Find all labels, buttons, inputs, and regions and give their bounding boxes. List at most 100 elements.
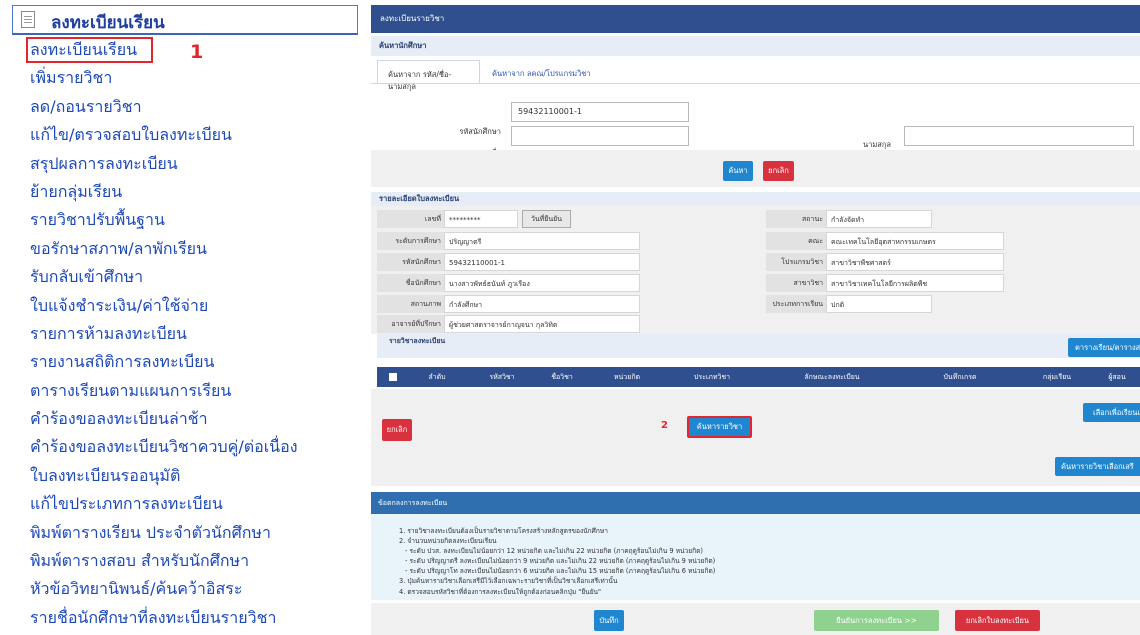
- confirm-registration-button[interactable]: ยืนยันการลงทะเบียน >>: [814, 610, 939, 631]
- sidebar-item[interactable]: รายงานสถิติการลงทะเบียน: [12, 348, 358, 376]
- col-course-type: ประเภทวิชา: [693, 373, 731, 381]
- search-section-title: ค้นหานักศึกษา: [371, 36, 1140, 56]
- col-grade-record: บันทึกเกรด: [943, 373, 977, 381]
- search-actions-band: [371, 150, 1140, 187]
- sidebar-item-label: ลด/ถอนรายวิชา: [30, 96, 142, 116]
- sidebar-item-label: ตารางเรียนตามแผนการเรียน: [30, 380, 232, 400]
- student-name-value: นางสาวพัทธ์ธนันท์ ภูวเรือง: [444, 274, 640, 292]
- select-all-checkbox[interactable]: [389, 373, 397, 381]
- document-icon: [21, 11, 35, 28]
- sidebar-item-label: รายวิชาปรับพื้นฐาน: [30, 210, 165, 230]
- sidebar-item-label: หัวข้อวิทยานิพนธ์/ค้นคว้าอิสระ: [30, 579, 243, 599]
- major-value: สาขาวิชาเทคโนโลยีการผลิตพืช: [826, 274, 1004, 292]
- sid-value: 59432110001-1: [444, 253, 640, 271]
- level-value: ปริญญาตรี: [444, 232, 640, 250]
- condition-line-7: 4. ตรวจสอบรหัสวิชาที่ต้องการลงทะเบียนให้…: [399, 588, 602, 596]
- student-name-label: ชื่อนักศึกษา: [377, 274, 444, 292]
- sidebar-item[interactable]: รายชื่อนักศึกษาที่ลงทะเบียนรายวิชา: [12, 604, 358, 632]
- sidebar-item[interactable]: รายการห้ามลงทะเบียน: [12, 320, 358, 348]
- sid-label: รหัสนักศึกษา: [377, 253, 444, 271]
- registration-panel: ลงทะเบียนรายวิชา ค้นหานักศึกษา ค้นหาจาก …: [371, 5, 1140, 635]
- sidebar-item[interactable]: คำร้องขอลงทะเบียนล่าช้า: [12, 405, 358, 433]
- search-button[interactable]: ค้นหา: [723, 161, 753, 181]
- student-id-label: รหัสนักศึกษา: [459, 127, 501, 136]
- sidebar-item[interactable]: พิมพ์ตารางเรียน ประจำตัวนักศึกษา: [12, 519, 358, 547]
- sidebar-item-label: สรุปผลการลงทะเบียน: [30, 153, 178, 173]
- col-credits: หน่วยกิต: [613, 373, 641, 381]
- sidebar-item[interactable]: คำร้องขอลงทะเบียนวิชาควบคู่/ต่อเนื่อง: [12, 433, 358, 461]
- courses-section-title: รายวิชาลงทะเบียน: [389, 337, 446, 345]
- sidebar-item-label: ขอรักษาสภาพ/ลาพักเรียน: [30, 238, 207, 258]
- col-course-name: ชื่อวิชา: [551, 373, 573, 381]
- free-elective-search-button[interactable]: ค้นหารายวิชาเลือกเสรี: [1055, 457, 1140, 476]
- annotation-marker-1: 1: [190, 41, 204, 63]
- level-label: ระดับการศึกษา: [377, 232, 444, 250]
- name-input[interactable]: [511, 126, 689, 146]
- sidebar-menu: ลงทะเบียนเรียน ลงทะเบียนเรียนเพิ่มรายวิช…: [12, 5, 358, 635]
- search-course-button[interactable]: ค้นหารายวิชา: [687, 416, 752, 438]
- tab-search-by-id[interactable]: ค้นหาจาก รหัส/ชื่อ-นามสกุล: [377, 60, 480, 91]
- tab-search-by-program[interactable]: ค้นหาจาก ลคณ/โปรแกรมวิชา: [482, 60, 602, 84]
- sidebar-item-label: คำร้องขอลงทะเบียนวิชาควบคู่/ต่อเนื่อง: [30, 437, 298, 457]
- sidebar-item[interactable]: รับกลับเข้าศึกษา: [12, 263, 358, 291]
- col-course-code: รหัสวิชา: [489, 373, 515, 381]
- col-registration-type: ลักษณะลงทะเบียน: [804, 373, 860, 381]
- annotation-marker-2: 2: [661, 420, 668, 431]
- plan-course-button[interactable]: เลือกเพื่อเรียนแผน: [1083, 403, 1140, 422]
- sidebar-item[interactable]: สรุปผลการลงทะเบียน: [12, 150, 358, 178]
- save-button[interactable]: บันทึก: [594, 610, 624, 631]
- program-label: โปรแกรมวิชา: [766, 253, 826, 271]
- sidebar-item[interactable]: รายวิชาปรับพื้นฐาน: [12, 206, 358, 234]
- panel-title: ลงทะเบียนรายวิชา: [371, 5, 1140, 33]
- sidebar-item-label: พิมพ์ตารางเรียน ประจำตัวนักศึกษา: [30, 522, 271, 542]
- sidebar-item-label: รายชื่อนักศึกษาที่ลงทะเบียนรายวิชา: [30, 607, 277, 627]
- tabs-divider: [371, 83, 1140, 84]
- col-section: กลุ่มเรียน: [1042, 373, 1072, 381]
- sidebar-item-label: ลงทะเบียนเรียน: [26, 37, 154, 63]
- sidebar-item-label: แก้ไข/ตรวจสอบใบลงทะเบียน: [30, 125, 232, 145]
- sidebar-item[interactable]: แก้ไขประเภทการลงทะเบียน: [12, 490, 358, 518]
- faculty-value: คณะเทคโนโลยีอุตสาหกรรมเกษตร: [826, 232, 1004, 250]
- col-instructor: ผู้สอน: [1108, 373, 1126, 381]
- sidebar-item[interactable]: แก้ไข/ตรวจสอบใบลงทะเบียน: [12, 121, 358, 149]
- sidebar-item-label: คำร้องขอลงทะเบียนล่าช้า: [30, 409, 208, 429]
- doc-no-value: *********: [444, 210, 518, 228]
- sidebar-item-label: เพิ่มรายวิชา: [30, 68, 113, 88]
- sidebar-item[interactable]: ใบลงทะเบียนรออนุมัติ: [12, 462, 358, 490]
- col-order: ลำดับ: [428, 373, 446, 381]
- advisor-label: อาจารย์ที่ปรึกษา: [377, 315, 444, 333]
- sidebar-title: ลงทะเบียนเรียน: [51, 13, 165, 33]
- conditions-title-bar: [371, 492, 1140, 514]
- cancel-registration-button[interactable]: ยกเลิกใบลงทะเบียน: [955, 610, 1040, 631]
- sidebar-item[interactable]: ตารางเรียนตามแผนการเรียน: [12, 377, 358, 405]
- student-id-input[interactable]: 59432110001-1: [511, 102, 689, 122]
- sidebar-item-label: พิมพ์ตารางสอบ สำหรับนักศึกษา: [30, 551, 250, 571]
- sidebar-item-label: แก้ไขประเภทการลงทะเบียน: [30, 494, 223, 514]
- timetable-button[interactable]: ตารางเรียน/ตารางสอบ: [1068, 338, 1140, 357]
- surname-input[interactable]: [904, 126, 1134, 146]
- search-cancel-button[interactable]: ยกเลิก: [763, 161, 794, 181]
- registration-conditions: ข้อตกลงการลงทะเบียน 1. รายวิชาลงทะเบียนต…: [371, 492, 1140, 600]
- sidebar-item-active[interactable]: ลงทะเบียนเรียน: [12, 36, 358, 64]
- sidebar-item-label: รายงานสถิติการลงทะเบียน: [30, 352, 215, 372]
- sidebar-item-label: ย้ายกลุ่มเรียน: [30, 181, 123, 201]
- courses-header-band: [377, 334, 1140, 358]
- course-cancel-button[interactable]: ยกเลิก: [382, 419, 412, 441]
- confirm-date-button[interactable]: วันที่ยืนยัน: [522, 210, 571, 228]
- status-label: สถานภาพ: [377, 295, 444, 313]
- program-value: สาขาวิชาพืชศาสตร์: [826, 253, 1004, 271]
- sidebar-item[interactable]: เพิ่มรายวิชา: [12, 64, 358, 92]
- conditions-title: ข้อตกลงการลงทะเบียน: [378, 499, 448, 507]
- sidebar-item[interactable]: พิมพ์ตารางสอบ สำหรับนักศึกษา: [12, 547, 358, 575]
- sidebar-item[interactable]: ย้ายกลุ่มเรียน: [12, 178, 358, 206]
- sidebar-item[interactable]: หัวข้อวิทยานิพนธ์/ค้นคว้าอิสระ: [12, 575, 358, 603]
- sidebar-items: ลงทะเบียนเรียนเพิ่มรายวิชาลด/ถอนรายวิชาแ…: [12, 36, 358, 632]
- course-actions-band: [371, 389, 1140, 486]
- courses-table-header: ลำดับ รหัสวิชา ชื่อวิชา หน่วยกิต ประเภทว…: [377, 367, 1140, 387]
- condition-line-6: 3. ปุ่มค้นหารายวิชาเลือกเสรีมีไว้เลือกเฉ…: [399, 577, 618, 585]
- sidebar-item[interactable]: ลด/ถอนรายวิชา: [12, 93, 358, 121]
- sidebar-item[interactable]: ใบแจ้งชำระเงิน/ค่าใช้จ่าย: [12, 292, 358, 320]
- state-value: กำลังจัดทำ: [826, 210, 932, 228]
- sidebar-item-label: ใบแจ้งชำระเงิน/ค่าใช้จ่าย: [30, 295, 209, 315]
- sidebar-item[interactable]: ขอรักษาสภาพ/ลาพักเรียน: [12, 235, 358, 263]
